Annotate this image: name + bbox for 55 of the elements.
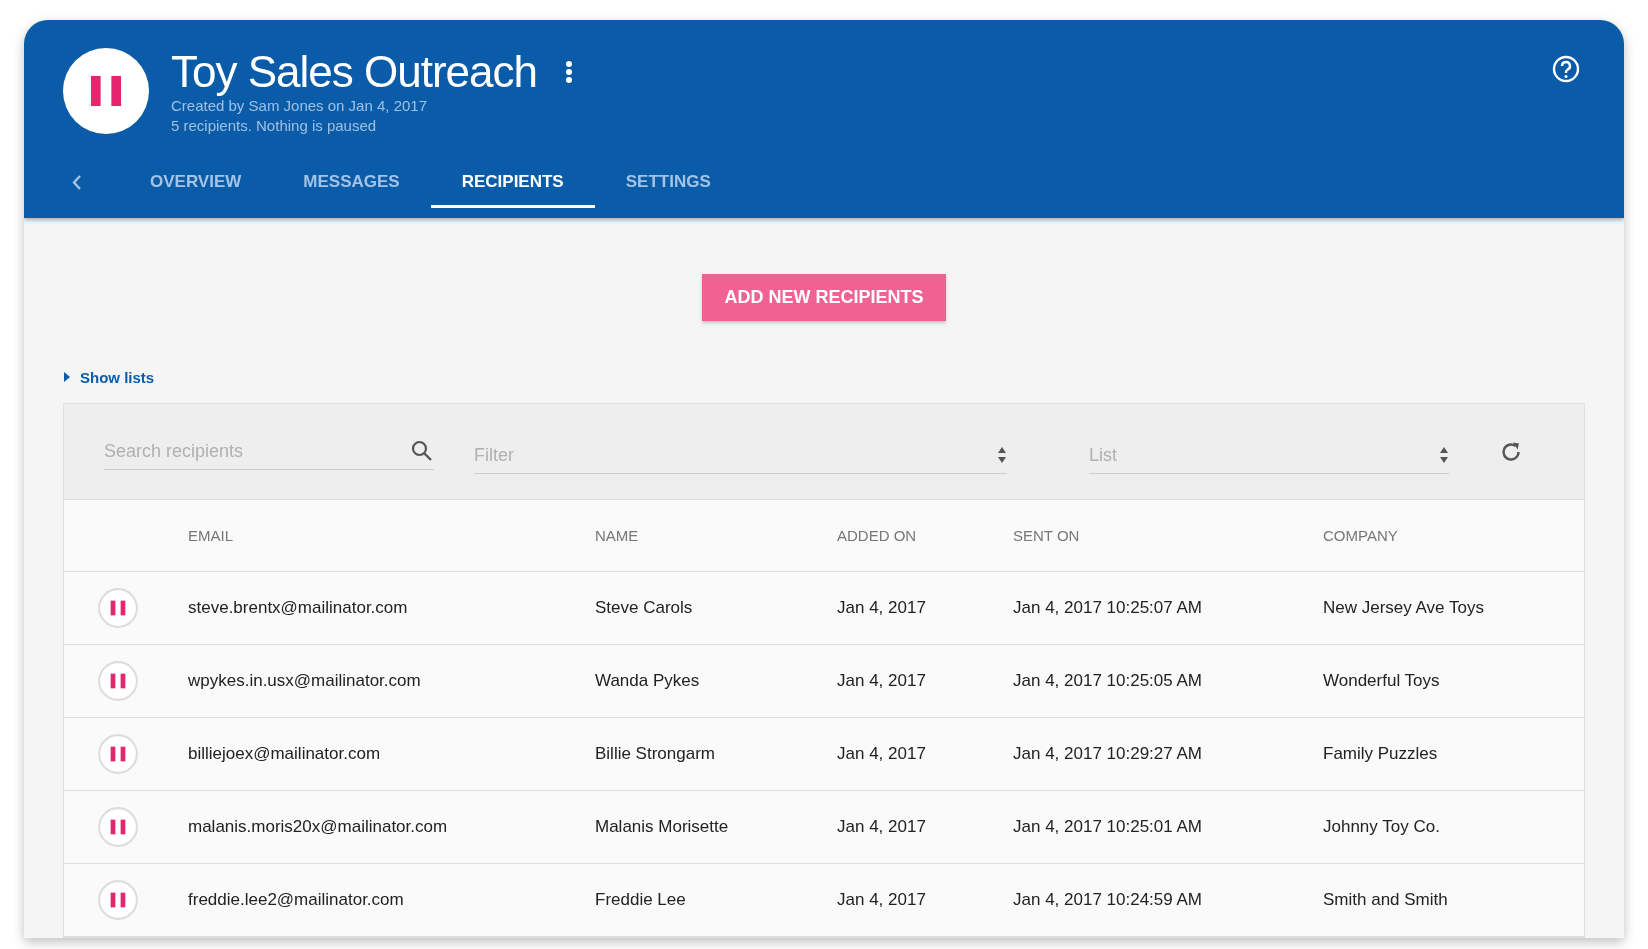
column-header[interactable]: NAME [595,527,837,544]
table-cell-text: Jan 4, 2017 10:29:27 AM [1013,744,1204,764]
sort-arrows-icon [997,446,1007,464]
column-header[interactable]: SENT ON [1013,527,1323,544]
column-header[interactable]: ADDED ON [837,527,1013,544]
pause-icon[interactable] [97,733,139,775]
table-cell-text: billiejoex@mailinator.com [188,744,382,764]
column-header[interactable]: EMAIL [188,527,595,544]
table-cell-text: Jan 4, 2017 [837,817,927,837]
sort-arrows-icon [1439,446,1449,464]
column-header[interactable]: COMPANY [1323,527,1584,544]
campaign-title: Toy Sales Outreach [171,48,537,97]
table-cell-text: Freddie Lee [595,890,687,910]
pause-icon[interactable] [97,660,139,702]
table-cell-text: Wonderful Toys [1323,671,1441,691]
filter-dropdown[interactable]: Filter [474,444,997,466]
tab[interactable]: MESSAGES [272,159,431,209]
table-cell-text: malanis.moris20x@mailinator.com [188,817,449,837]
help-icon[interactable] [1552,55,1580,83]
subtitle-text: Created by Sam Jones on Jan 4, 2017 [171,96,428,117]
table-cell-text: Family Puzzles [1323,744,1439,764]
expand-triangle-icon[interactable] [64,372,70,382]
table-cell-text: Smith and Smith [1323,890,1449,910]
add-recipients-button[interactable]: ADD NEW RECIPIENTS [702,274,946,321]
pause-icon[interactable] [97,806,139,848]
pause-icon[interactable] [63,48,149,134]
table-cell-text: freddie.lee2@mailinator.com [188,890,405,910]
show-lists-link[interactable]: Show lists [80,368,155,386]
table-cell-text: Wanda Pykes [595,671,701,691]
search-field[interactable]: Search recipients [104,440,410,462]
pause-icon[interactable] [97,587,139,629]
table-cell-text: Billie Strongarm [595,744,716,764]
pause-icon[interactable] [97,879,139,921]
table-cell-text: Jan 4, 2017 [837,671,927,691]
more-icon[interactable] [564,60,573,85]
back-chevron-icon[interactable] [70,173,82,191]
table-cell-text: Jan 4, 2017 10:25:07 AM [1013,598,1204,618]
tab[interactable]: RECIPIENTS [430,159,595,209]
tab[interactable]: SETTINGS [594,159,742,209]
table-cell-text: Jan 4, 2017 10:25:01 AM [1013,817,1204,837]
table-cell-text: wpykes.in.usx@mailinator.com [188,671,422,691]
search-icon[interactable] [410,439,434,463]
table-cell-text: Jan 4, 2017 [837,598,927,618]
table-cell-text: Jan 4, 2017 10:25:05 AM [1013,671,1204,691]
table-cell-text: Jan 4, 2017 [837,744,927,764]
table-cell-text: steve.brentx@mailinator.com [188,598,409,618]
table-cell-text: Jan 4, 2017 10:24:59 AM [1013,890,1204,910]
table-cell-text: Malanis Morisette [595,817,730,837]
list-dropdown[interactable]: List [1089,444,1439,466]
subtitle-text: 5 recipients. Nothing is paused [171,116,378,137]
table-cell-text: Jan 4, 2017 [837,890,927,910]
tab[interactable]: OVERVIEW [119,159,273,209]
table-cell-text: New Jersey Ave Toys [1323,598,1485,618]
table-cell-text: Johnny Toy Co. [1323,817,1441,837]
table-cell-text: Steve Carols [595,598,694,618]
